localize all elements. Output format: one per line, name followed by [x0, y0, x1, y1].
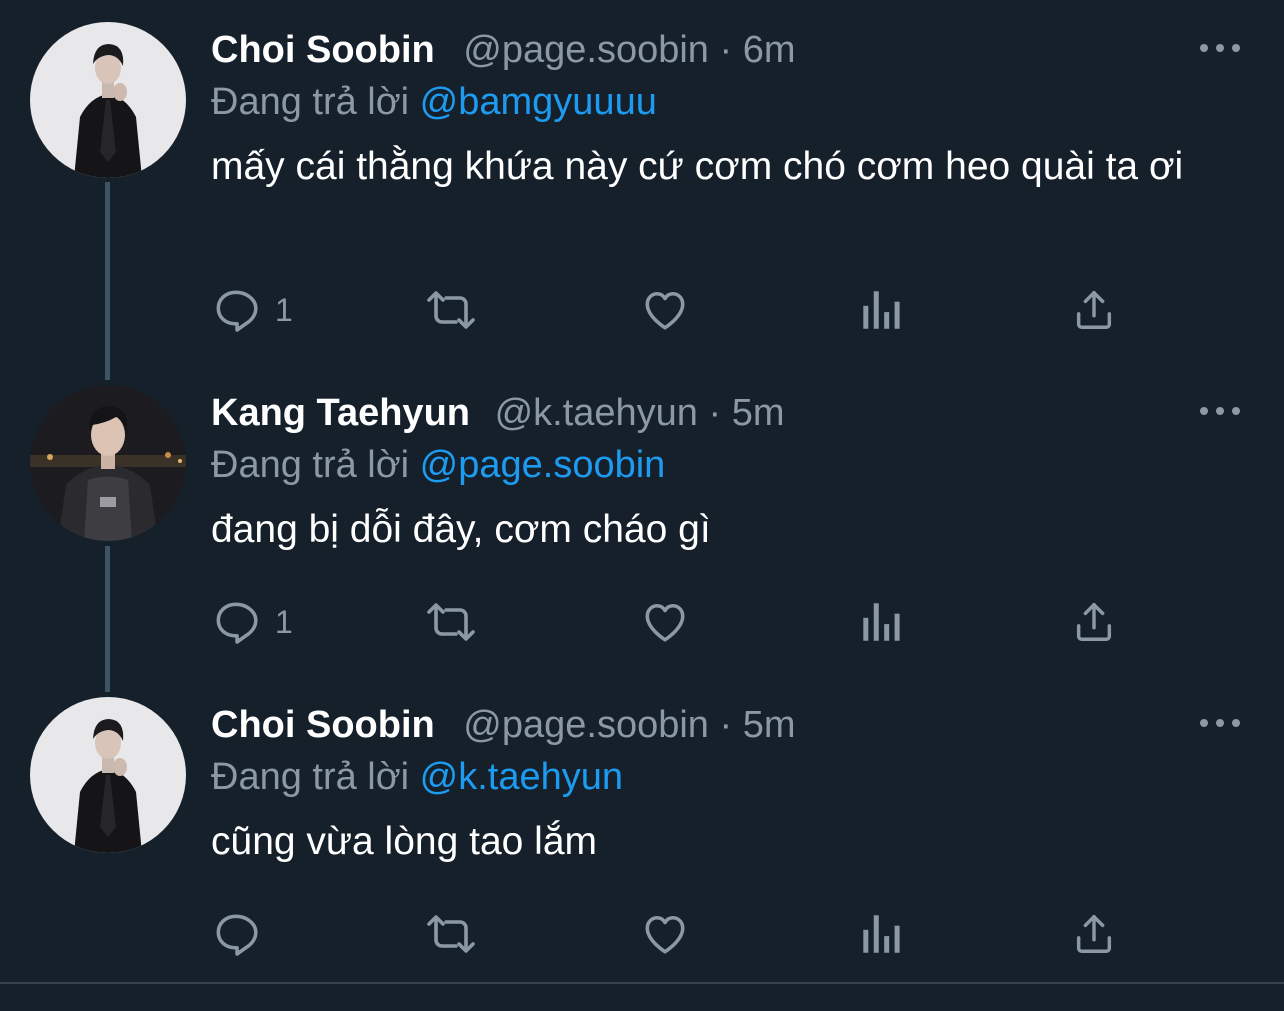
share-button[interactable]: [1071, 594, 1117, 650]
share-button[interactable]: [1071, 282, 1117, 338]
replying-to: Đang trả lời @k.taehyun: [211, 751, 1211, 803]
reply-button[interactable]: [211, 906, 275, 962]
tweet-actions: 1: [211, 282, 1131, 338]
more-icon[interactable]: [1200, 391, 1240, 431]
more-icon[interactable]: [1200, 703, 1240, 743]
divider: [0, 982, 1284, 984]
avatar[interactable]: [30, 22, 186, 178]
separator-dot: ·: [719, 704, 733, 746]
timestamp[interactable]: 5m: [732, 392, 785, 434]
timestamp[interactable]: 5m: [743, 704, 796, 746]
share-button[interactable]: [1071, 906, 1117, 962]
retweet-button[interactable]: [423, 594, 479, 650]
reply-count: 1: [275, 603, 293, 640]
tweet-actions: 1: [211, 594, 1131, 650]
tweet[interactable]: Choi Soobin @page.soobin · 6m Đang trả l…: [0, 0, 1284, 332]
separator-dot: ·: [719, 29, 733, 71]
tweet-text: đang bị dỗi đây, cơm cháo gì: [211, 508, 711, 551]
tweet-content: Kang Taehyun @k.taehyun · 5m Đang trả lờ…: [211, 387, 1211, 555]
like-button[interactable]: [639, 594, 691, 650]
timestamp[interactable]: 6m: [743, 29, 796, 71]
retweet-icon: [427, 915, 475, 953]
analytics-button[interactable]: [857, 906, 903, 962]
tweet-header: Kang Taehyun @k.taehyun · 5m: [211, 387, 1211, 439]
tweet-header: Choi Soobin @page.soobin · 5m: [211, 699, 1211, 751]
like-icon: [645, 603, 685, 642]
analytics-icon: [863, 915, 900, 953]
reply-count: 1: [275, 291, 293, 328]
replying-to-label: Đang trả lời: [211, 756, 410, 798]
reply-icon: [216, 602, 258, 644]
analytics-icon: [863, 291, 900, 329]
tweet-content: Choi Soobin @page.soobin · 5m Đang trả l…: [211, 699, 1211, 867]
reply-icon: [216, 914, 258, 956]
mention-link[interactable]: @page.soobin: [420, 444, 666, 486]
user-handle[interactable]: @page.soobin: [463, 704, 709, 746]
replying-to-label: Đang trả lời: [211, 444, 410, 486]
tweet[interactable]: Kang Taehyun @k.taehyun · 5m Đang trả lờ…: [0, 363, 1284, 663]
separator-dot: ·: [708, 392, 722, 434]
share-icon: [1076, 603, 1112, 641]
analytics-icon: [863, 603, 900, 641]
user-handle[interactable]: @k.taehyun: [495, 392, 698, 434]
tweet-header: Choi Soobin @page.soobin · 6m: [211, 24, 1211, 76]
mention-link[interactable]: @bamgyuuuu: [420, 81, 657, 123]
share-icon: [1076, 915, 1112, 953]
tweet-thread: Choi Soobin @page.soobin · 6m Đang trả l…: [0, 0, 1284, 1011]
tweet-actions: [211, 906, 1131, 962]
analytics-button[interactable]: [857, 594, 903, 650]
like-icon: [645, 915, 685, 954]
replying-to: Đang trả lời @bamgyuuuu: [211, 76, 1211, 128]
like-icon: [645, 291, 685, 330]
user-handle[interactable]: @page.soobin: [463, 29, 709, 71]
display-name[interactable]: Choi Soobin: [211, 29, 435, 71]
display-name[interactable]: Kang Taehyun: [211, 392, 470, 434]
reply-button[interactable]: 1: [211, 282, 293, 338]
tweet-text: mấy cái thằng khứa này cứ cơm chó cơm he…: [211, 145, 1184, 188]
retweet-button[interactable]: [423, 906, 479, 962]
more-icon[interactable]: [1200, 28, 1240, 68]
retweet-icon: [427, 291, 475, 329]
retweet-icon: [427, 603, 475, 641]
analytics-button[interactable]: [857, 282, 903, 338]
mention-link[interactable]: @k.taehyun: [420, 756, 623, 798]
tweet[interactable]: Choi Soobin @page.soobin · 5m Đang trả l…: [0, 675, 1284, 975]
display-name[interactable]: Choi Soobin: [211, 704, 435, 746]
share-icon: [1076, 291, 1112, 329]
tweet-text: cũng vừa lòng tao lắm: [211, 820, 598, 863]
replying-to-label: Đang trả lời: [211, 81, 410, 123]
avatar[interactable]: [30, 385, 186, 541]
replying-to: Đang trả lời @page.soobin: [211, 439, 1211, 491]
like-button[interactable]: [639, 906, 691, 962]
reply-button[interactable]: 1: [211, 594, 293, 650]
tweet-content: Choi Soobin @page.soobin · 6m Đang trả l…: [211, 24, 1211, 192]
retweet-button[interactable]: [423, 282, 479, 338]
reply-icon: [216, 290, 258, 332]
like-button[interactable]: [639, 282, 691, 338]
avatar[interactable]: [30, 697, 186, 853]
